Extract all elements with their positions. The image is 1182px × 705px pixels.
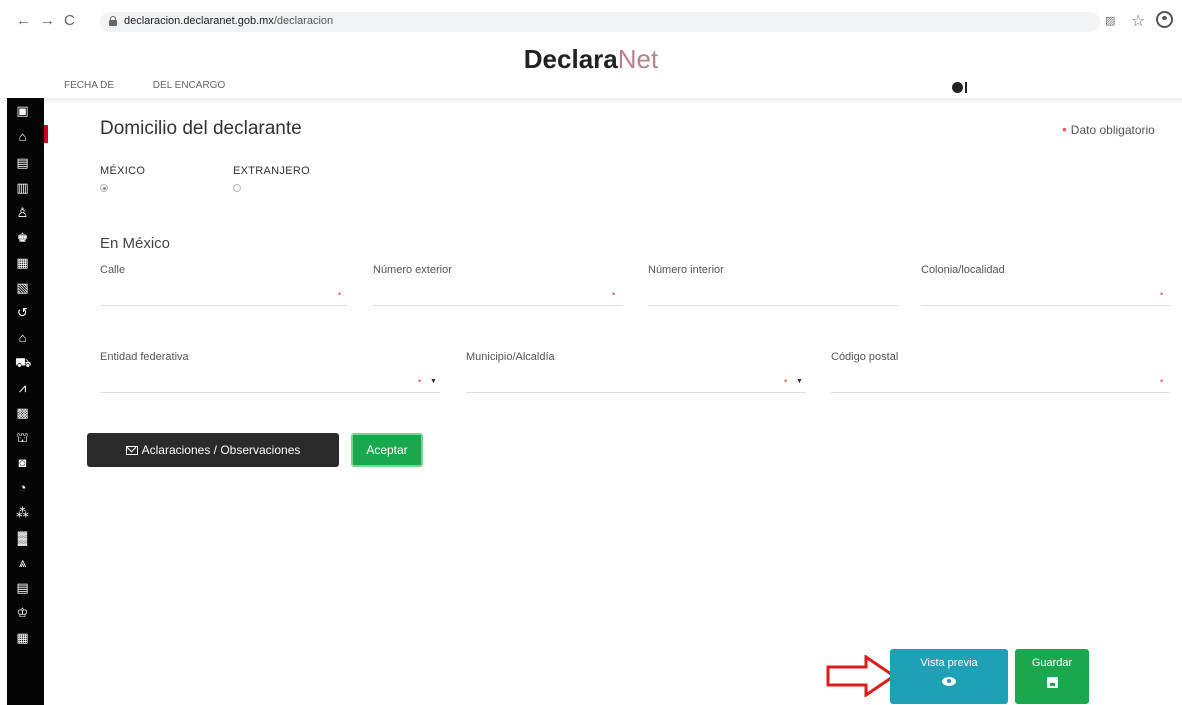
- bank-icon[interactable]: ⛫: [15, 430, 30, 445]
- people-icon[interactable]: ♙: [15, 205, 30, 220]
- entidad-label: Entidad federativa: [100, 351, 189, 363]
- codigo-postal-label: Código postal: [831, 351, 899, 363]
- sidebar: ▣ ⌂ ▤ ▥ ♙ ♚ ▦ ▧ ↺ ⌂ ⛟ ⩘ ▩ ⛫ ◙ ◔ ⁂ ▓ ⩓ ▤ …: [7, 98, 48, 705]
- history-icon[interactable]: ↺: [15, 305, 30, 320]
- back-icon[interactable]: ←: [16, 13, 31, 29]
- vista-previa-button[interactable]: Vista previa: [890, 649, 1008, 704]
- eye-icon: [942, 677, 956, 686]
- colonia-label: Colonia/localidad: [921, 264, 1005, 276]
- app-logo: DeclaraNet: [523, 44, 659, 74]
- municipio-label: Municipio/Alcaldía: [466, 351, 555, 363]
- lock-icon: [109, 16, 117, 26]
- subnav-item[interactable]: DEL ENCARGO: [153, 80, 225, 91]
- subnav: FECHA DE DEL ENCARGO: [64, 80, 261, 91]
- required-dot-icon: •: [1062, 121, 1071, 137]
- sidebar-active-indicator: [44, 125, 48, 143]
- subnav-item[interactable]: FECHA DE: [64, 80, 114, 91]
- subsection-title: En México: [100, 235, 171, 252]
- home-icon[interactable]: ⌂: [15, 129, 30, 144]
- numero-exterior-input[interactable]: [373, 305, 623, 306]
- radio-mexico[interactable]: [100, 184, 108, 192]
- network-icon[interactable]: ⁂: [15, 505, 30, 520]
- numero-interior-input[interactable]: [648, 305, 898, 306]
- red-arrow-annotation: [826, 655, 896, 697]
- safe-icon[interactable]: ◙: [15, 455, 30, 470]
- required-dot-icon: •: [338, 289, 342, 299]
- chart-doc-icon[interactable]: ▧: [15, 280, 30, 295]
- group-icon[interactable]: ⩓: [15, 555, 30, 570]
- required-dot-icon: •: [1160, 376, 1164, 386]
- codigo-postal-input[interactable]: [831, 392, 1170, 393]
- reload-icon[interactable]: C: [64, 13, 75, 29]
- id-card-icon[interactable]: ▣: [15, 103, 30, 118]
- forward-icon[interactable]: →: [40, 13, 55, 29]
- radio-extranjero[interactable]: [233, 184, 241, 192]
- aclaraciones-button[interactable]: Aclaraciones / Observaciones: [87, 433, 339, 467]
- house-icon[interactable]: ⌂: [15, 330, 30, 345]
- required-dot-icon: •: [784, 376, 788, 386]
- car-icon[interactable]: ⛟: [15, 355, 31, 370]
- radio-label-extranjero: EXTRANJERO: [233, 165, 310, 177]
- line-chart-icon[interactable]: ⩘: [15, 380, 30, 395]
- entidad-select[interactable]: [100, 392, 440, 393]
- pie-chart-icon[interactable]: ◔: [15, 480, 30, 495]
- required-legend: • Dato obligatorio: [1062, 121, 1155, 137]
- browser-toolbar: ← → C declaracion.declaranet.gob.mx/decl…: [0, 0, 1182, 42]
- calle-label: Calle: [100, 264, 126, 276]
- person-icon[interactable]: ♔: [15, 605, 30, 620]
- briefcase-icon[interactable]: ▦: [15, 255, 30, 270]
- aceptar-button[interactable]: Aceptar: [351, 433, 423, 467]
- section-title: Domicilio del declarante: [100, 118, 302, 139]
- numero-exterior-label: Número exterior: [373, 264, 452, 276]
- url-text: declaracion.declaranet.gob.mx/declaracio…: [124, 15, 334, 27]
- document-icon[interactable]: ▤: [15, 155, 30, 170]
- bookmark-star-icon[interactable]: ☆: [1131, 11, 1145, 31]
- scale-icon[interactable]: ▤: [15, 580, 30, 595]
- header-divider: [0, 98, 1182, 104]
- chevron-down-icon[interactable]: ▼: [430, 378, 437, 385]
- user-menu-icon[interactable]: [952, 82, 967, 93]
- colonia-input[interactable]: [921, 305, 1170, 306]
- municipio-select[interactable]: [466, 392, 806, 393]
- floppy-disk-icon: [1046, 677, 1058, 688]
- family-icon[interactable]: ♚: [15, 230, 30, 245]
- translate-icon[interactable]: ▨: [1105, 14, 1115, 27]
- calle-input[interactable]: [100, 305, 347, 306]
- profile-icon[interactable]: [1156, 11, 1173, 28]
- money-icon[interactable]: ▩: [15, 405, 30, 420]
- required-dot-icon: •: [612, 289, 616, 299]
- envelope-icon: [125, 445, 138, 455]
- calculator-icon[interactable]: ▦: [15, 630, 30, 645]
- building-icon[interactable]: ▥: [15, 180, 30, 195]
- numero-interior-label: Número interior: [648, 264, 724, 276]
- radio-label-mexico: MÉXICO: [100, 165, 146, 177]
- chevron-down-icon[interactable]: ▼: [796, 378, 803, 385]
- required-dot-icon: •: [418, 376, 422, 386]
- guardar-button[interactable]: Guardar: [1015, 649, 1089, 704]
- company-icon[interactable]: ▓: [15, 530, 30, 545]
- required-dot-icon: •: [1160, 289, 1164, 299]
- address-bar[interactable]: declaracion.declaranet.gob.mx/declaracio…: [100, 12, 1100, 32]
